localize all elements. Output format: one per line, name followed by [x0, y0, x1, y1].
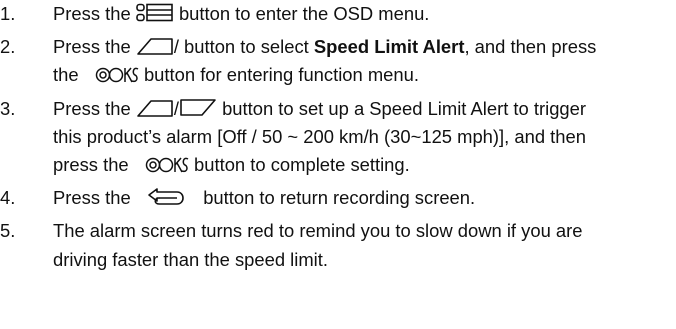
step-text: , and then press — [464, 36, 597, 58]
step-text: the — [53, 64, 79, 86]
step-text: button to enter the OSD menu. — [178, 3, 430, 24]
step-line: Press the button to return recording scr… — [53, 184, 676, 212]
step-line: Press the / button to set up a Speed Lim… — [53, 95, 676, 123]
step-4: 4. Press the button to return recording … — [0, 184, 676, 212]
step-number: 5. — [0, 220, 16, 242]
step-line: Press the / button to select Speed Limit… — [53, 33, 676, 61]
return-icon — [147, 187, 187, 207]
up-icon — [136, 98, 174, 118]
step-line: Press the button to enter the OSD menu. — [53, 0, 676, 28]
ok-icon — [145, 156, 189, 174]
step-line: the button for entering function menu. — [53, 61, 676, 89]
step-text: Press the — [53, 187, 131, 209]
step-3: 3. Press the / button to set up a Speed … — [0, 95, 676, 180]
step-number: 4. — [0, 187, 16, 209]
step-text: Press the — [53, 97, 131, 119]
instruction-list: 1. Press the button to enter the OSD men… — [0, 0, 676, 279]
step-text: button to return recording screen. — [203, 187, 476, 209]
step-2: 2. Press the / button to select Speed Li… — [0, 33, 676, 89]
step-1: 1. Press the button to enter the OSD men… — [0, 0, 676, 28]
down-icon — [179, 98, 217, 118]
step-text: Press the — [53, 3, 131, 24]
step-number: 1. — [0, 3, 16, 24]
step-text: button to complete setting. — [194, 154, 410, 176]
speed-limit-alert-label: Speed Limit Alert — [313, 36, 465, 58]
step-line: this product’s alarm [Off / 50 ~ 200 km/… — [53, 125, 586, 147]
step-text: press the — [53, 154, 129, 176]
step-line: driving faster than the speed limit. — [53, 248, 328, 270]
step-number: 2. — [0, 36, 16, 58]
up-icon — [136, 36, 174, 56]
step-5: 5. The alarm screen turns red to remind … — [0, 217, 676, 273]
step-number: 3. — [0, 97, 16, 119]
step-text: button for entering function menu. — [143, 64, 419, 86]
step-text: Press the — [53, 36, 131, 58]
step-line: press the button to complete setting. — [53, 151, 676, 179]
menu-icon — [136, 3, 174, 23]
ok-icon — [95, 66, 139, 84]
step-line: The alarm screen turns red to remind you… — [53, 220, 583, 242]
step-text: button to set up a Speed Limit Alert to … — [222, 97, 587, 119]
step-text: / button to select — [173, 36, 309, 58]
